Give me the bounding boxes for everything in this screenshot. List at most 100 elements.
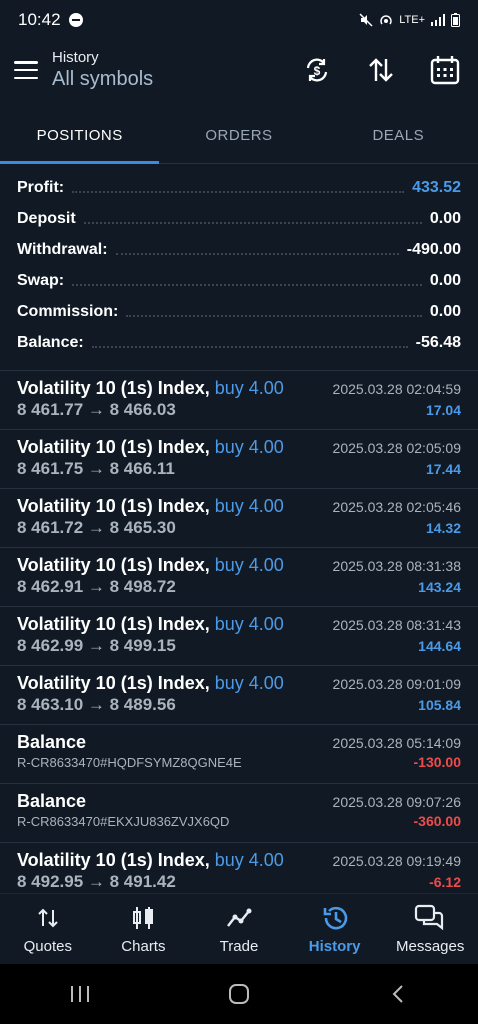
dotted-leader xyxy=(115,252,399,255)
item-symbol: Volatility 10 (1s) Index, buy 4.00 xyxy=(17,614,284,634)
status-right: LTE+ xyxy=(359,13,460,27)
item-symbol: Volatility 10 (1s) Index, buy 4.00 xyxy=(17,850,284,870)
list-item[interactable]: Volatility 10 (1s) Index, buy 4.00 2025.0… xyxy=(0,842,478,888)
item-symbol: Volatility 10 (1s) Index, buy 4.00 xyxy=(17,673,284,693)
item-date: 2025.03.28 05:14:09 xyxy=(332,735,461,751)
summary-label: Commission: xyxy=(17,302,119,320)
tab-deals[interactable]: DEALS xyxy=(319,108,478,163)
item-profit: 17.44 xyxy=(425,461,461,477)
dotted-leader xyxy=(72,283,422,286)
list-item[interactable]: Volatility 10 (1s) Index, buy 4.00 2025.0… xyxy=(0,488,478,547)
nav-trade[interactable]: Trade xyxy=(191,894,287,965)
home-icon xyxy=(228,984,249,1004)
calendar-button[interactable] xyxy=(426,51,464,89)
nav-label: Charts xyxy=(121,938,166,955)
item-date: 2025.03.28 02:05:09 xyxy=(332,440,461,456)
trade-icon xyxy=(225,904,253,932)
history-tabs: POSITIONS ORDERS DEALS xyxy=(0,108,478,164)
summary-row-commission: Commission: 0.00 xyxy=(0,296,478,327)
summary-value: -490.00 xyxy=(406,240,461,258)
charts-icon xyxy=(130,904,156,932)
item-date: 2025.03.28 08:31:38 xyxy=(332,558,461,574)
item-side: buy 4.00 xyxy=(214,496,284,516)
nav-label: Trade xyxy=(219,938,259,955)
list-item[interactable]: Balance 2025.03.28 05:14:09 R-CR8633470#H… xyxy=(0,724,478,783)
dotted-leader xyxy=(83,221,422,224)
list-item[interactable]: Volatility 10 (1s) Index, buy 4.00 2025.0… xyxy=(0,665,478,724)
summary-value: 0.00 xyxy=(429,302,461,320)
item-date: 2025.03.28 09:01:09 xyxy=(332,676,461,692)
item-prices: 8 492.95 → 8 491.42 xyxy=(17,872,176,888)
list-item[interactable]: Volatility 10 (1s) Index, buy 4.00 2025.0… xyxy=(0,429,478,488)
item-side: buy 4.00 xyxy=(214,437,284,457)
battery-icon xyxy=(451,13,460,27)
list-item[interactable]: Balance 2025.03.28 09:07:26 R-CR8633470#E… xyxy=(0,783,478,842)
menu-icon[interactable] xyxy=(14,61,38,79)
item-prices: 8 461.77 → 8 466.03 xyxy=(17,400,176,419)
item-side: buy 4.00 xyxy=(214,614,284,634)
signal-icon xyxy=(431,14,445,26)
back-button[interactable] xyxy=(368,974,428,1014)
nav-history[interactable]: History xyxy=(287,894,383,965)
list-item[interactable]: Volatility 10 (1s) Index, buy 4.00 2025.0… xyxy=(0,606,478,665)
summary-row-profit: Profit: 433.52 xyxy=(0,172,478,203)
item-profit: 143.24 xyxy=(418,579,461,595)
currency-exchange-icon: $ xyxy=(306,58,328,82)
symbol-filter[interactable]: All symbols xyxy=(52,68,153,91)
item-prices: 8 461.75 → 8 466.11 xyxy=(17,459,175,478)
item-date: 2025.03.28 08:31:43 xyxy=(332,617,461,633)
summary-label: Balance: xyxy=(17,333,84,351)
status-time: 10:42 xyxy=(18,10,61,29)
summary-row-balance: Balance: -56.48 xyxy=(0,327,478,358)
dotted-leader xyxy=(91,345,408,348)
list-item[interactable]: Volatility 10 (1s) Index, buy 4.00 2025.0… xyxy=(0,547,478,606)
quotes-icon xyxy=(36,904,60,932)
summary-row-withdrawal: Withdrawal: -490.00 xyxy=(0,234,478,265)
item-date: 2025.03.28 02:04:59 xyxy=(332,381,461,397)
nav-label: History xyxy=(308,938,361,955)
nav-label: Quotes xyxy=(23,938,72,955)
summary-panel: Profit: 433.52 Deposit 0.00 Withdrawal: … xyxy=(0,172,478,358)
item-prices: 8 462.99 → 8 499.15 xyxy=(17,636,176,655)
system-navigation-bar xyxy=(0,964,478,1024)
nav-quotes[interactable]: Quotes xyxy=(0,894,96,965)
recent-apps-button[interactable] xyxy=(50,974,110,1014)
mute-icon xyxy=(359,13,373,27)
history-icon xyxy=(321,904,349,932)
history-list: Volatility 10 (1s) Index, buy 4.00 2025.0… xyxy=(0,370,478,888)
summary-row-swap: Swap: 0.00 xyxy=(0,265,478,296)
summary-row-deposit: Deposit 0.00 xyxy=(0,203,478,234)
tab-orders[interactable]: ORDERS xyxy=(159,108,318,163)
item-prices: 8 463.10 → 8 489.56 xyxy=(17,695,176,714)
dotted-leader xyxy=(72,190,405,193)
item-symbol: Volatility 10 (1s) Index, buy 4.00 xyxy=(17,378,284,398)
summary-value: 433.52 xyxy=(412,178,461,196)
item-profit: -360.00 xyxy=(413,813,461,829)
item-profit: 105.84 xyxy=(418,697,461,713)
item-symbol: Volatility 10 (1s) Index, buy 4.00 xyxy=(17,437,284,457)
nav-label: Messages xyxy=(395,938,465,955)
status-bar: 10:42 LTE+ xyxy=(0,0,478,40)
item-side: buy 4.00 xyxy=(214,850,284,870)
home-button[interactable] xyxy=(209,974,269,1014)
tab-positions[interactable]: POSITIONS xyxy=(0,108,160,164)
item-comment: R-CR8633470#HQDFSYMZ8QGNE4E xyxy=(17,755,242,770)
hotspot-icon xyxy=(380,15,392,25)
item-profit: 144.64 xyxy=(418,638,461,654)
item-type: Balance xyxy=(17,791,87,811)
sort-arrows-icon xyxy=(369,58,393,82)
item-date: 2025.03.28 09:07:26 xyxy=(332,794,461,810)
nav-charts[interactable]: Charts xyxy=(96,894,192,965)
item-side: buy 4.00 xyxy=(214,673,284,693)
exchange-symbol-button[interactable]: $ xyxy=(298,51,336,89)
item-date: 2025.03.28 02:05:46 xyxy=(332,499,461,515)
nav-messages[interactable]: Messages xyxy=(382,894,478,965)
sort-button[interactable] xyxy=(362,51,400,89)
list-item[interactable]: Volatility 10 (1s) Index, buy 4.00 2025.0… xyxy=(0,370,478,429)
summary-label: Profit: xyxy=(17,178,65,196)
network-type: LTE+ xyxy=(399,14,425,26)
item-symbol: Volatility 10 (1s) Index, buy 4.00 xyxy=(17,496,284,516)
app-titles: History All symbols xyxy=(52,49,153,91)
app-actions: $ xyxy=(298,51,464,89)
item-prices: 8 461.72 → 8 465.30 xyxy=(17,518,176,537)
